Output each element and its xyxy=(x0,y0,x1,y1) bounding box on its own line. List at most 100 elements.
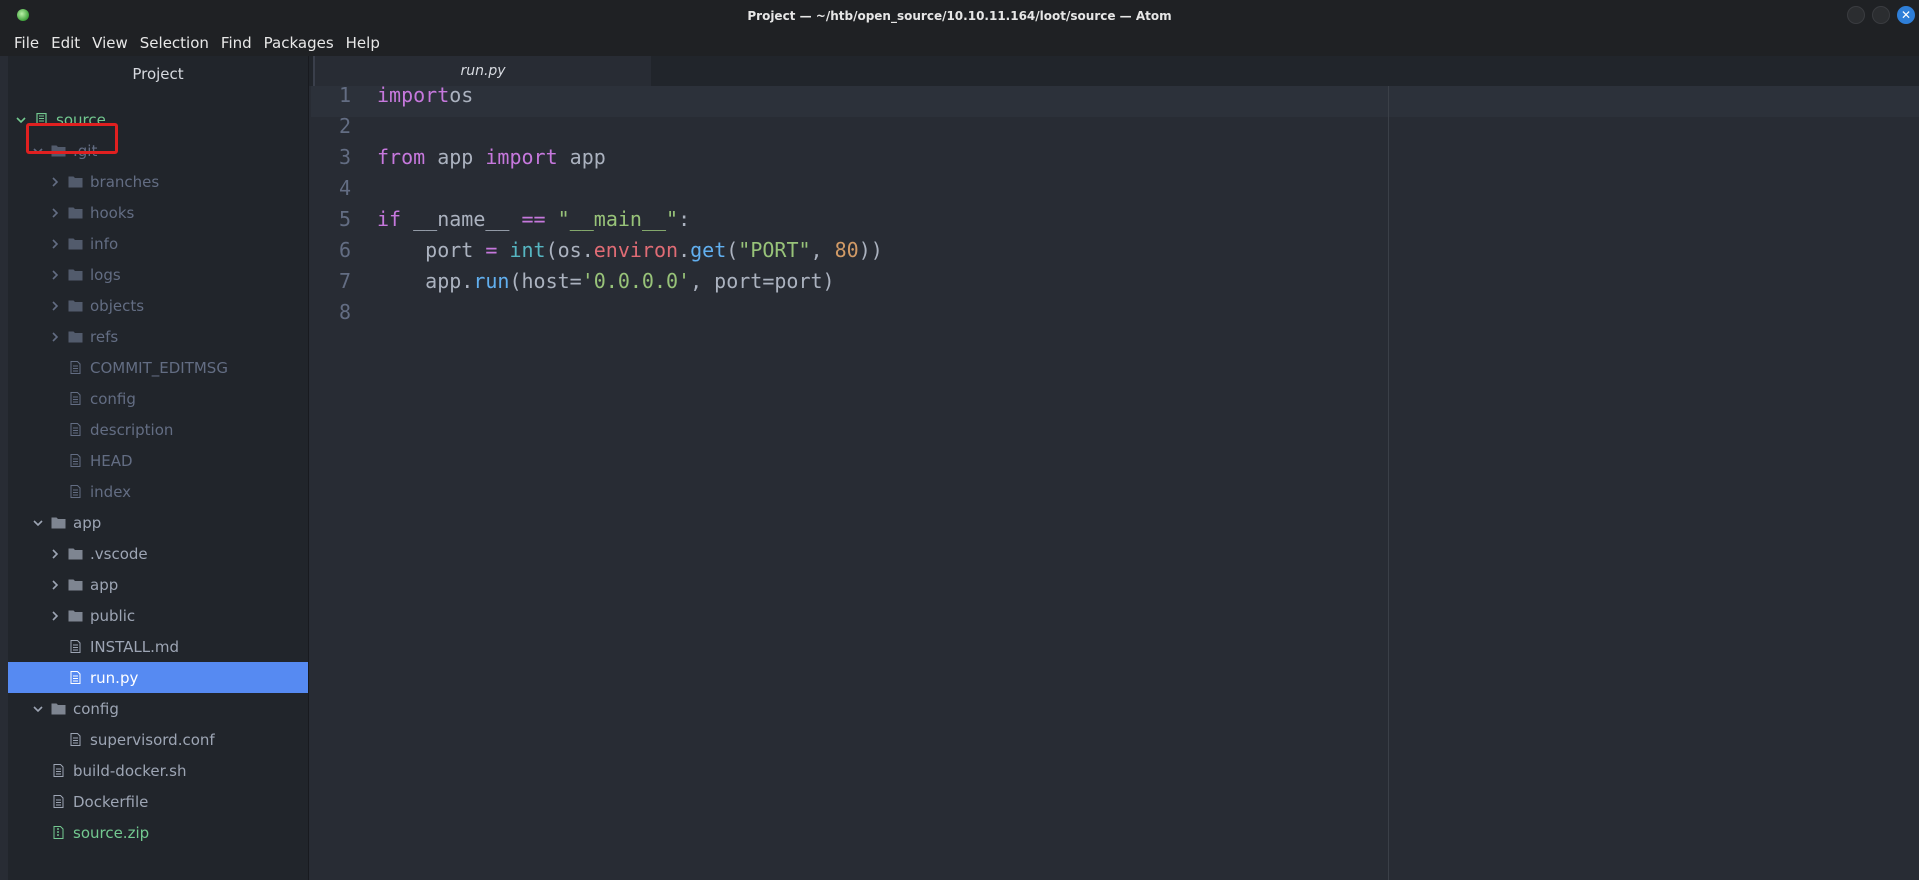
tree-item-info[interactable]: info xyxy=(8,228,308,259)
chevron-down-icon[interactable] xyxy=(32,517,44,529)
chevron-right-icon[interactable] xyxy=(49,238,61,250)
menu-view[interactable]: View xyxy=(86,31,134,56)
project-panel-title: Project xyxy=(132,65,184,83)
code-token: '0.0.0.0' xyxy=(581,269,691,293)
line-number: 5 xyxy=(338,207,351,231)
chevron-right-icon[interactable] xyxy=(49,331,61,343)
tree-item-build-docker-sh[interactable]: build-docker.sh xyxy=(8,755,308,786)
menu-edit[interactable]: Edit xyxy=(45,31,86,56)
chevron-down-icon[interactable] xyxy=(32,703,44,715)
window-controls: ✕ xyxy=(1847,6,1915,24)
tree-item-source-zip[interactable]: source.zip xyxy=(8,817,308,848)
tree-item-public[interactable]: public xyxy=(8,600,308,631)
atom-app-icon xyxy=(17,9,29,21)
line-number: 1 xyxy=(338,83,351,107)
tree-item-label: build-docker.sh xyxy=(73,761,187,780)
file-icon xyxy=(67,640,83,654)
folder-icon xyxy=(67,175,83,189)
project-tree-panel: Project source .git branches hooks info logs o… xyxy=(8,56,309,880)
menu-help[interactable]: Help xyxy=(340,31,386,56)
chevron-right-icon[interactable] xyxy=(49,269,61,281)
tree-item-description[interactable]: description xyxy=(8,414,308,445)
code-line: port = int(os.environ.get("PORT", 80)) xyxy=(377,235,883,266)
chevron-right-icon[interactable] xyxy=(49,207,61,219)
code-token: os xyxy=(449,83,474,107)
tree-item-dockerfile[interactable]: Dockerfile xyxy=(8,786,308,817)
file-icon xyxy=(67,671,83,685)
tree-item-label: app xyxy=(90,575,119,594)
tree-item-label: hooks xyxy=(90,203,135,222)
code-token: 80 xyxy=(834,238,859,262)
code-token: app xyxy=(425,145,486,169)
tree-item-label: refs xyxy=(90,327,119,346)
tree-item-label: supervisord.conf xyxy=(90,730,215,749)
line-number: 6 xyxy=(338,238,351,262)
zip-file-icon xyxy=(50,826,66,840)
tree-item-label: index xyxy=(90,482,132,501)
tree-item-head[interactable]: HEAD xyxy=(8,445,308,476)
code-token: app. xyxy=(377,269,474,293)
tab-run-py[interactable]: run.py xyxy=(313,56,651,86)
file-icon xyxy=(67,454,83,468)
tree-item-supervisord-conf[interactable]: supervisord.conf xyxy=(8,724,308,755)
code-token: == xyxy=(521,207,546,231)
menu-selection[interactable]: Selection xyxy=(134,31,215,56)
tree-item-branches[interactable]: branches xyxy=(8,166,308,197)
tree-item-label: info xyxy=(90,234,119,253)
code-editor[interactable]: 1 importos 2 3 from app import app 4 5 if __nam… xyxy=(311,83,1919,880)
chevron-right-icon[interactable] xyxy=(49,610,61,622)
folder-icon xyxy=(67,578,83,592)
tree-item-label: Dockerfile xyxy=(73,792,149,811)
menu-file[interactable]: File xyxy=(8,31,45,56)
minimize-button[interactable] xyxy=(1847,6,1865,24)
tree-item-config[interactable]: config xyxy=(8,383,308,414)
chevron-right-icon[interactable] xyxy=(49,300,61,312)
tree-item-source[interactable]: source xyxy=(8,104,308,135)
code-token: : xyxy=(678,207,691,231)
file-icon xyxy=(67,361,83,375)
menu-find[interactable]: Find xyxy=(215,31,258,56)
code-token: = xyxy=(485,238,498,262)
file-icon xyxy=(67,423,83,437)
tree-item-objects[interactable]: objects xyxy=(8,290,308,321)
tree-item-config[interactable]: config xyxy=(8,693,308,724)
code-token: ( xyxy=(726,238,739,262)
menu-bar: File Edit View Selection Find Packages H… xyxy=(0,31,1919,56)
tree-item-install-md[interactable]: INSTALL.md xyxy=(8,631,308,662)
title-bar: Project — ~/htb/open_source/10.10.11.164… xyxy=(0,0,1919,31)
tree-item-label: .vscode xyxy=(90,544,148,563)
tree-item-vscode[interactable]: .vscode xyxy=(8,538,308,569)
tree-item-logs[interactable]: logs xyxy=(8,259,308,290)
tree-item-label: public xyxy=(90,606,136,625)
chevron-down-icon[interactable] xyxy=(15,114,27,126)
code-token: )) xyxy=(858,238,883,262)
chevron-down-icon[interactable] xyxy=(32,145,44,157)
tree-item-refs[interactable]: refs xyxy=(8,321,308,352)
chevron-right-icon[interactable] xyxy=(49,548,61,560)
tree-item-app[interactable]: app xyxy=(8,507,308,538)
close-button[interactable]: ✕ xyxy=(1897,6,1915,24)
file-icon xyxy=(67,485,83,499)
code-line: app.run(host='0.0.0.0', port=port) xyxy=(377,266,834,297)
tree-item-hooks[interactable]: hooks xyxy=(8,197,308,228)
line-number: 3 xyxy=(338,145,351,169)
tree-item-label: branches xyxy=(90,172,160,191)
menu-packages[interactable]: Packages xyxy=(258,31,340,56)
tree-item-app[interactable]: app xyxy=(8,569,308,600)
tree-item-git[interactable]: .git xyxy=(8,135,308,166)
code-line: if __name__ == "__main__": xyxy=(377,204,690,235)
code-token: (host= xyxy=(509,269,582,293)
repo-icon xyxy=(33,113,49,127)
tree-item-index[interactable]: index xyxy=(8,476,308,507)
tree-item-label: config xyxy=(90,389,136,408)
tree-item-label: COMMIT_EDITMSG xyxy=(90,358,228,377)
tree-item-commit-editmsg[interactable]: COMMIT_EDITMSG xyxy=(8,352,308,383)
chevron-right-icon[interactable] xyxy=(49,176,61,188)
folder-icon xyxy=(67,609,83,623)
code-token: environ xyxy=(593,238,679,262)
chevron-right-icon[interactable] xyxy=(49,579,61,591)
maximize-button[interactable] xyxy=(1872,6,1890,24)
code-line: importos xyxy=(377,80,473,111)
tree-item-run-py[interactable]: run.py xyxy=(8,662,308,693)
